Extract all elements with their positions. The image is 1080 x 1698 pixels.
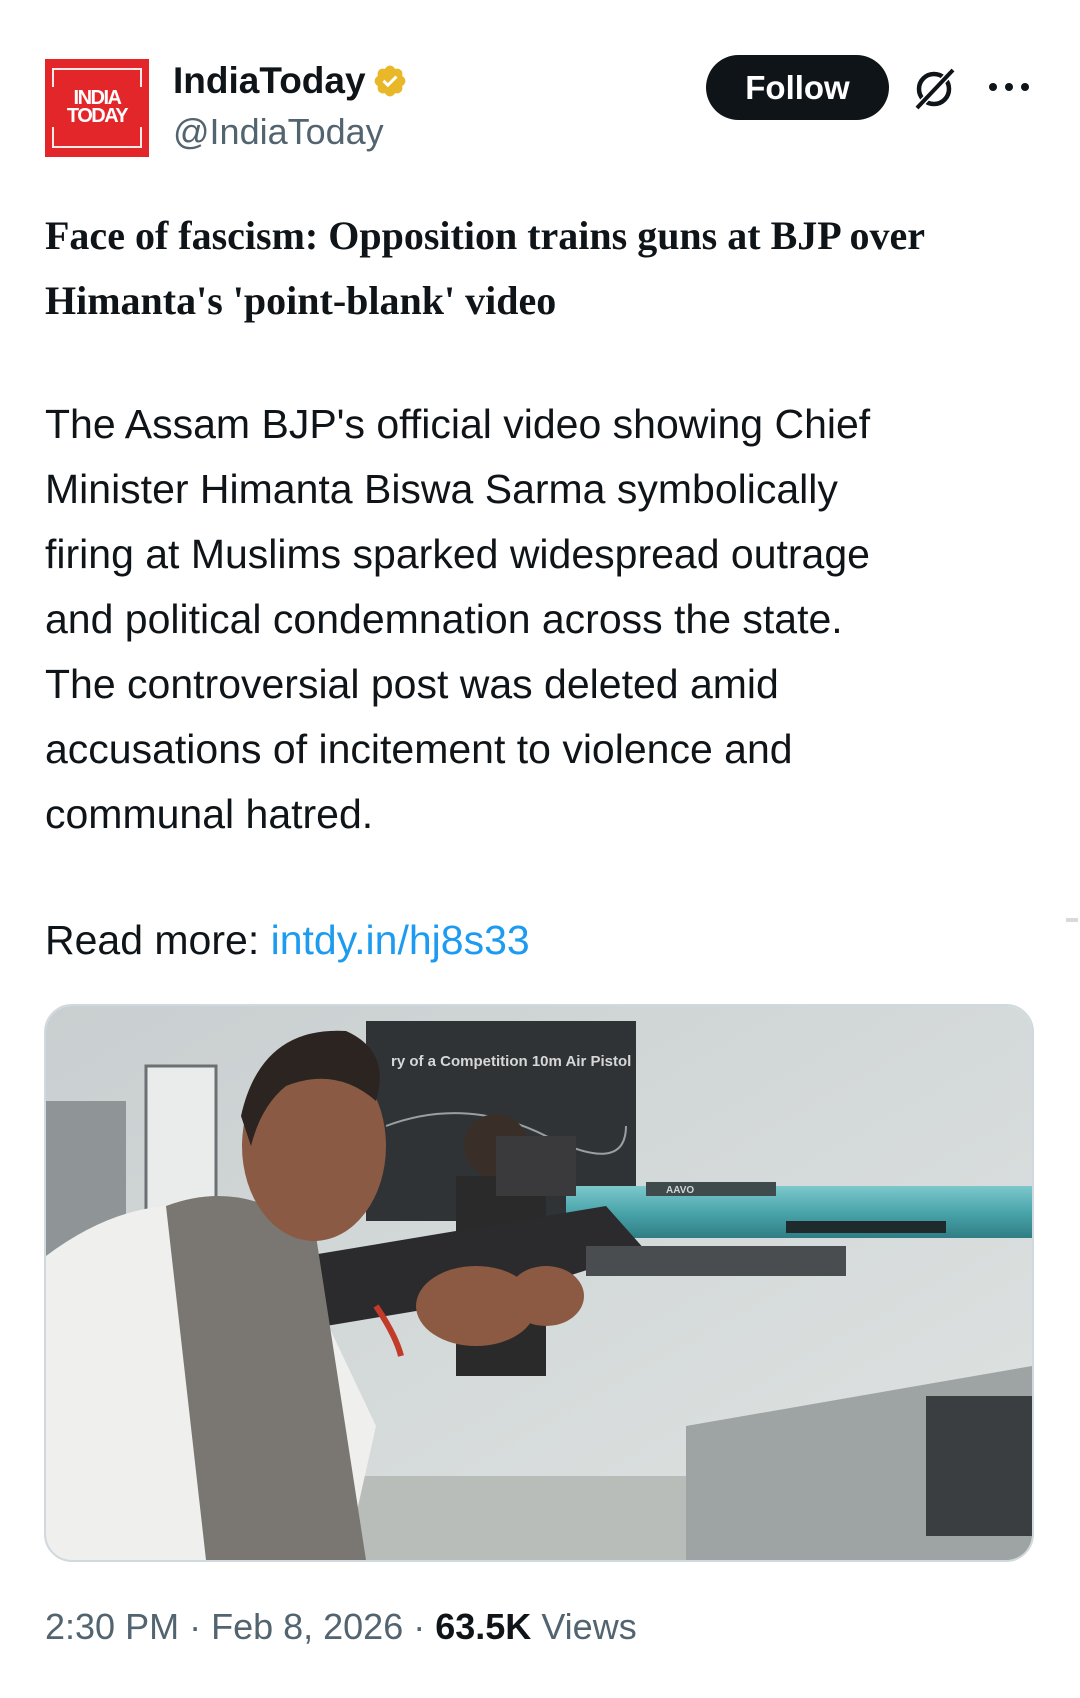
post-headline: Face of fascism: Opposition trains guns …: [45, 203, 1045, 333]
account-name-text[interactable]: IndiaToday: [173, 58, 366, 104]
meta-separator: ·: [179, 1606, 212, 1647]
logo-line-2: TODAY: [66, 105, 129, 127]
post-date[interactable]: Feb 8, 2026: [211, 1606, 403, 1647]
verified-badge-icon: [374, 65, 405, 97]
post-media-image[interactable]: ry of a Competition 10m Air Pistol AAVO: [44, 1004, 1034, 1562]
meta-separator: ·: [403, 1606, 436, 1647]
follow-button[interactable]: Follow: [706, 55, 889, 120]
views-label: Views: [531, 1606, 637, 1647]
media-illustration: ry of a Competition 10m Air Pistol AAVO: [46, 1006, 1032, 1560]
body-line: communal hatred.: [45, 791, 374, 837]
body-line: firing at Muslims sparked widespread out…: [45, 531, 870, 577]
headline-line: Himanta's 'point-blank' video: [45, 278, 557, 323]
body-line: The controversial post was deleted amid: [45, 661, 779, 707]
body-line: and political condemnation across the st…: [45, 596, 843, 642]
headline-line: Face of fascism: Opposition trains guns …: [45, 213, 925, 258]
more-dots-icon[interactable]: [987, 75, 1031, 99]
body-line: accusations of incitement to violence an…: [45, 726, 793, 772]
body-line: The Assam BJP's official video showing C…: [45, 401, 871, 447]
read-more-link[interactable]: intdy.in/hj8s33: [271, 917, 530, 963]
account-avatar[interactable]: INDIA TODAY: [45, 59, 149, 157]
logo-wordmark: INDIA TODAY: [45, 87, 149, 127]
account-handle[interactable]: @IndiaToday: [173, 110, 384, 154]
grok-icon[interactable]: [908, 62, 960, 114]
rifle-brand-text: AAVO: [666, 1185, 694, 1196]
post-time[interactable]: 2:30 PM: [45, 1606, 179, 1647]
read-more-label: Read more:: [45, 917, 271, 963]
account-display-name[interactable]: IndiaToday: [173, 58, 408, 104]
body-line: Minister Himanta Biswa Sarma symbolicall…: [45, 466, 838, 512]
poster-text: ry of a Competition 10m Air Pistol: [391, 1053, 631, 1070]
views-count[interactable]: 63.5K: [435, 1606, 531, 1647]
scrollbar-indicator: [1066, 918, 1078, 922]
post-body: The Assam BJP's official video showing C…: [45, 392, 1045, 847]
read-more-row: Read more: intdy.in/hj8s33: [45, 910, 530, 970]
post-meta: 2:30 PM · Feb 8, 2026 · 63.5K Views: [45, 1604, 637, 1650]
